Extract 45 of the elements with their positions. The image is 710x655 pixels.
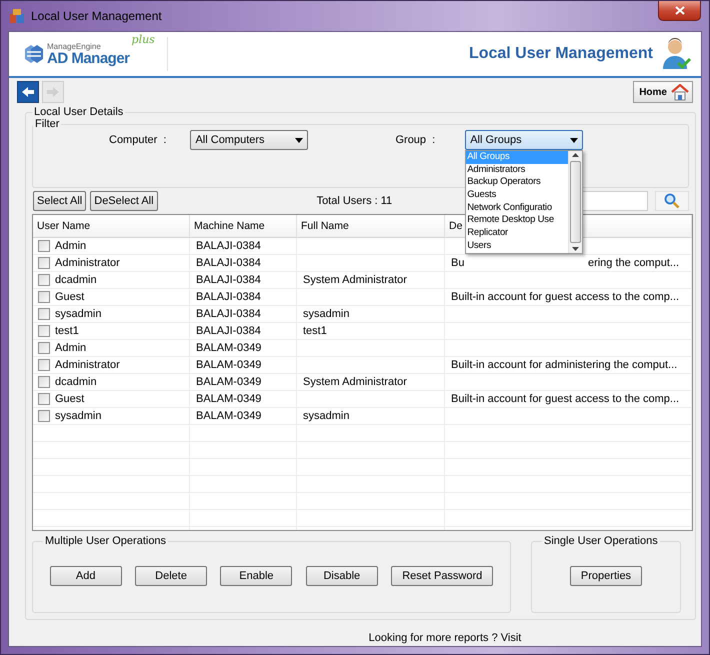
table-cell: sysadmin	[303, 308, 350, 320]
edition-label: plus	[132, 33, 155, 46]
table-cell: Guest	[55, 393, 84, 405]
table-cell: Guest	[55, 291, 84, 303]
table-cell: BALAJI-0384	[196, 308, 261, 320]
table-cell: System Administrator	[303, 274, 407, 286]
table-cell: BALAM-0349	[196, 410, 262, 422]
group-label: Group :	[395, 134, 436, 146]
table-cell: sysadmin	[55, 410, 102, 422]
table-cell: Bu	[451, 257, 464, 269]
table-cell: System Administrator	[303, 376, 407, 388]
panel-title: Local User Details	[33, 106, 124, 118]
table-cell: Built-in account for guest access to the comp...	[451, 291, 680, 303]
table-cell: BALAM-0349	[196, 359, 262, 371]
table-cell: BALAM-0349	[196, 376, 262, 388]
table-cell: Administrator	[55, 359, 120, 371]
computer-label: Computer :	[109, 134, 166, 146]
product-name: AD Manager	[47, 50, 130, 66]
table-cell: dcadmin	[55, 376, 97, 388]
vendor-name: ManageEngine	[47, 42, 102, 50]
table-cell: BALAJI-0384	[196, 291, 261, 303]
panel-title: Single User Operations	[543, 535, 659, 547]
table-cell: BALAJI-0384	[196, 257, 261, 269]
table-cell: test1	[55, 325, 79, 337]
panel-title: Multiple User Operations	[44, 535, 168, 547]
table-cell: Admin	[55, 342, 86, 354]
table-cell: BALAJI-0384	[196, 240, 261, 252]
table-cell: Built-in account for administering the comput...	[451, 359, 678, 371]
page-title: Local User Management	[468, 45, 653, 63]
table-cell: test1	[303, 325, 327, 337]
total-users-label: Total Users : 11	[316, 195, 392, 207]
table-cell: BALAM-0349	[196, 393, 262, 405]
table-cell: dcadmin	[55, 274, 97, 286]
table-cell: sysadmin	[303, 410, 350, 422]
panel-title: Filter	[34, 118, 60, 130]
window-title: Local User Management	[31, 9, 163, 23]
table-cell: ering the comput...	[588, 257, 680, 269]
table-cell: Built-in account for guest access to the comp...	[451, 393, 680, 405]
table-cell: Admin	[55, 240, 86, 252]
table-cell: sysadmin	[55, 308, 102, 320]
table-cell: Administrator	[55, 257, 120, 269]
table-cell: BALAJI-0384	[196, 325, 261, 337]
table-cell: BALAJI-0384	[196, 274, 261, 286]
footer-text: Looking for more reports ? Visit	[368, 632, 522, 644]
table-cell: BALAM-0349	[196, 342, 262, 354]
